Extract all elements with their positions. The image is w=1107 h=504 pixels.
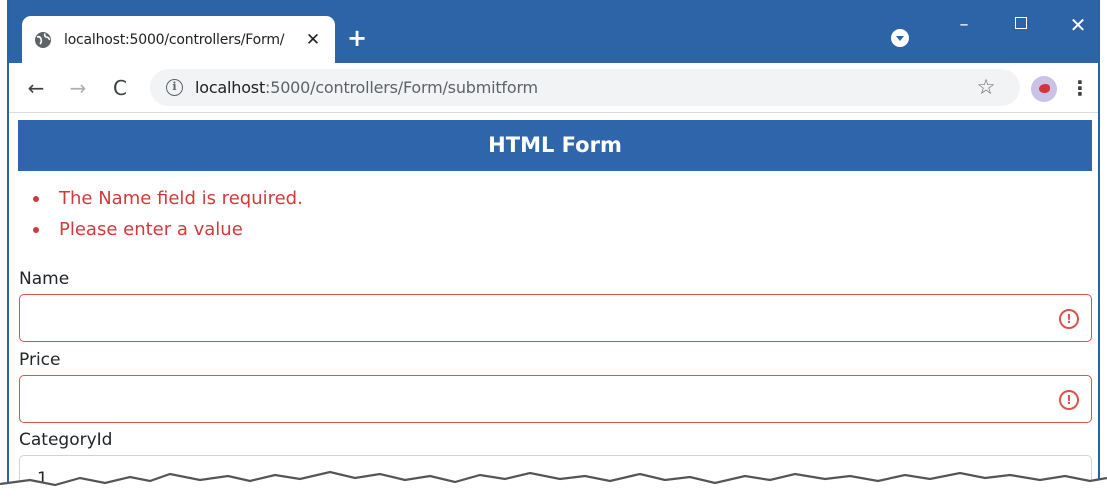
name-label: Name	[19, 269, 70, 289]
validation-error: Please enter a value	[33, 214, 303, 245]
page-content: HTML Form The Name field is required. Pl…	[9, 114, 1098, 504]
price-input[interactable]: !	[19, 375, 1092, 423]
validation-summary: The Name field is required. Please enter…	[33, 183, 303, 245]
tab-close-icon[interactable]: ✕	[303, 30, 323, 50]
reload-icon[interactable]: C	[107, 75, 133, 101]
validation-error: The Name field is required.	[33, 183, 303, 214]
maximize-icon	[1015, 17, 1027, 29]
info-icon[interactable]: i	[166, 79, 183, 96]
price-label: Price	[19, 350, 61, 370]
new-tab-plus-icon[interactable]: +	[344, 25, 370, 51]
bookmark-star-icon[interactable]: ☆	[973, 74, 999, 100]
name-input[interactable]: !	[19, 294, 1092, 342]
minimize-button[interactable]: –	[949, 10, 979, 40]
browser-toolbar: ← → C i localhost:5000/controllers/Form/…	[9, 63, 1098, 113]
categoryid-label: CategoryId	[19, 430, 113, 450]
title-bar: localhost:5000/controllers/Form/ ✕ + – ✕	[9, 0, 1098, 63]
torn-edge-decoration	[0, 470, 1107, 504]
window-close-button[interactable]: ✕	[1063, 10, 1093, 40]
profile-avatar[interactable]	[1031, 76, 1057, 102]
url-path: :5000/controllers/Form/submitform	[265, 78, 538, 97]
tab-search-icon[interactable]	[891, 29, 909, 47]
tab-title: localhost:5000/controllers/Form/	[64, 32, 285, 48]
forward-arrow-icon[interactable]: →	[65, 75, 91, 101]
warning-icon: !	[1059, 309, 1079, 329]
address-bar[interactable]: i localhost:5000/controllers/Form/submit…	[150, 69, 1020, 106]
kebab-menu-icon[interactable]: ⋮	[1070, 75, 1090, 101]
browser-window: localhost:5000/controllers/Form/ ✕ + – ✕…	[7, 0, 1100, 504]
back-arrow-icon[interactable]: ←	[23, 75, 49, 101]
maximize-button[interactable]	[1006, 10, 1036, 40]
browser-tab[interactable]: localhost:5000/controllers/Form/ ✕	[22, 16, 335, 63]
url-text[interactable]: localhost:5000/controllers/Form/submitfo…	[195, 77, 538, 99]
url-host: localhost	[195, 78, 266, 97]
warning-icon: !	[1059, 390, 1079, 410]
page-title: HTML Form	[18, 120, 1092, 171]
globe-icon	[35, 32, 51, 48]
